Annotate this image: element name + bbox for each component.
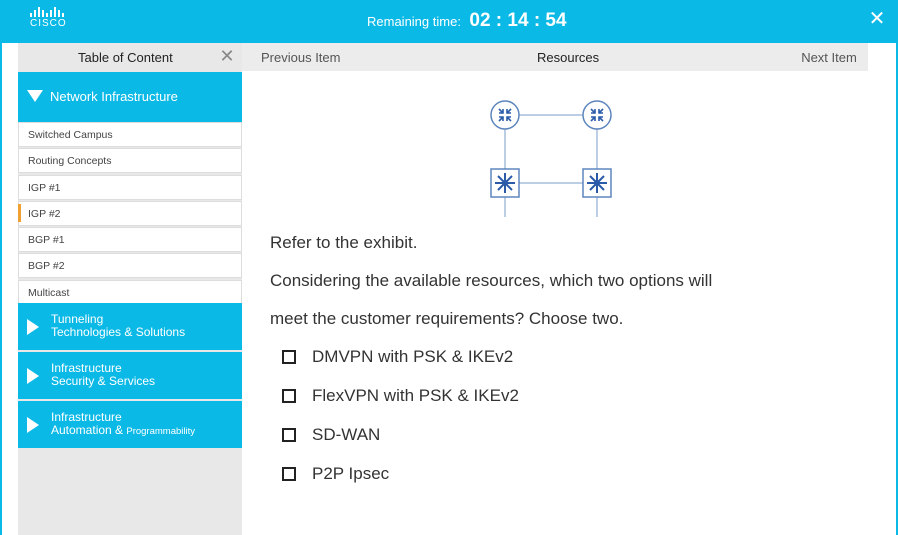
main-content: Previous Item Resources Next Item Refer … <box>242 43 868 535</box>
section-label: Tunneling Technologies & Solutions <box>51 313 185 339</box>
section-automation[interactable]: Infrastructure Automation & Programmabil… <box>18 401 242 448</box>
top-bar: CISCO Remaining time: 02 : 14 : 54 ✕ <box>0 0 898 43</box>
logo-text: CISCO <box>30 18 67 29</box>
item-navbar: Previous Item Resources Next Item <box>242 43 868 71</box>
toc-item-routing-concepts[interactable]: Routing Concepts <box>18 148 242 174</box>
left-frame <box>0 43 18 535</box>
answer-option-flexvpn[interactable]: FlexVPN with PSK & IKEv2 <box>282 386 519 406</box>
question-line-2: Considering the available resources, whi… <box>270 271 713 290</box>
table-of-content: Table of Content ✕ Network Infrastructur… <box>18 43 242 535</box>
question-line-1: Refer to the exhibit. <box>270 233 418 252</box>
switch-icon <box>582 168 612 198</box>
checkbox[interactable] <box>282 467 296 481</box>
right-frame <box>868 43 898 535</box>
nav-title: Resources <box>537 50 600 65</box>
option-label: DMVPN with PSK & IKEv2 <box>312 347 514 366</box>
remaining-time: Remaining time: 02 : 14 : 54 <box>367 10 567 32</box>
triangle-right-icon <box>27 368 39 384</box>
next-item-link[interactable]: Next Item <box>790 50 868 65</box>
option-label: P2P Ipsec <box>312 464 390 483</box>
section-label-line2a: Automation & <box>51 423 127 437</box>
timer-label: Remaining time: <box>367 14 461 29</box>
toc-item-bgp-2[interactable]: BGP #2 <box>18 253 242 279</box>
exhibit-diagram <box>490 100 612 217</box>
logo-bars-icon <box>30 7 67 17</box>
toc-header: Table of Content ✕ <box>18 43 242 71</box>
section-label: Network Infrastructure <box>50 89 178 104</box>
switch-icon <box>490 168 520 198</box>
section-label: Infrastructure Automation & Programmabil… <box>51 411 195 438</box>
toc-item-switched-campus[interactable]: Switched Campus <box>18 122 242 147</box>
question-line-3: meet the customer requirements? Choose t… <box>270 309 624 328</box>
toc-close-icon[interactable]: ✕ <box>218 46 236 67</box>
sub-item-list: Switched Campus Routing Concepts IGP #1 … <box>18 122 242 306</box>
triangle-right-icon <box>27 417 39 433</box>
toc-item-multicast[interactable]: Multicast <box>18 279 242 305</box>
answer-option-sd-wan[interactable]: SD-WAN <box>282 425 380 445</box>
router-icon <box>490 100 520 130</box>
toc-item-igp-2[interactable]: IGP #2 <box>18 200 242 226</box>
section-network-infrastructure[interactable]: Network Infrastructure <box>18 72 242 122</box>
checkbox[interactable] <box>282 428 296 442</box>
section-label-line2b: Programmability <box>126 426 196 437</box>
toc-item-igp-1[interactable]: IGP #1 <box>18 174 242 200</box>
timer-value: 02 : 14 : 54 <box>469 10 567 31</box>
router-icon <box>582 100 612 130</box>
triangle-down-icon <box>27 90 43 102</box>
toc-item-bgp-1[interactable]: BGP #1 <box>18 227 242 253</box>
section-security[interactable]: Infrastructure Security & Services <box>18 352 242 399</box>
previous-item-link[interactable]: Previous Item <box>261 50 340 65</box>
answer-option-dmvpn[interactable]: DMVPN with PSK & IKEv2 <box>282 347 513 367</box>
triangle-right-icon <box>27 319 39 335</box>
checkbox[interactable] <box>282 389 296 403</box>
cisco-logo: CISCO <box>30 7 67 29</box>
toc-title: Table of Content <box>78 50 173 65</box>
section-label: Infrastructure Security & Services <box>51 362 155 388</box>
checkbox[interactable] <box>282 350 296 364</box>
section-label-line2: Security & Services <box>51 374 156 388</box>
option-label: SD-WAN <box>312 425 381 444</box>
section-label-line2: Automation & Programmability <box>51 424 195 438</box>
answer-option-p2p-ipsec[interactable]: P2P Ipsec <box>282 464 389 484</box>
option-label: FlexVPN with PSK & IKEv2 <box>312 386 519 405</box>
close-icon[interactable]: ✕ <box>866 8 888 30</box>
section-tunneling[interactable]: Tunneling Technologies & Solutions <box>18 303 242 350</box>
section-label-line2: Technologies & Solutions <box>51 325 186 339</box>
